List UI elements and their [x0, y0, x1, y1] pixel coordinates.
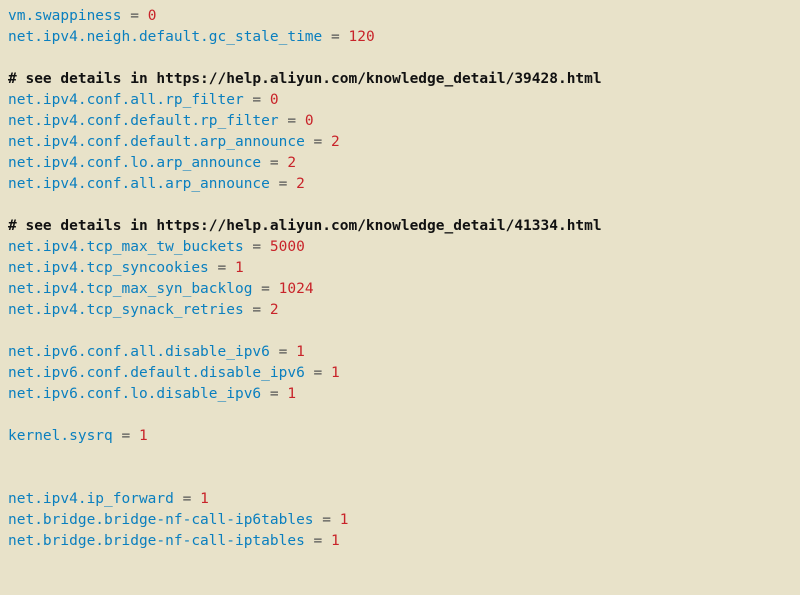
config-value: 2 [296, 176, 305, 192]
config-line: # see details in https://help.aliyun.com… [8, 216, 792, 237]
equals-sign: = [305, 134, 331, 150]
config-line: net.ipv4.tcp_syncookies = 1 [8, 258, 792, 279]
config-line: # see details in https://help.aliyun.com… [8, 69, 792, 90]
config-key: vm.swappiness [8, 8, 122, 24]
config-value: 1 [340, 512, 349, 528]
config-value: 0 [305, 113, 314, 129]
equals-sign: = [122, 8, 148, 24]
config-line: net.ipv4.tcp_max_tw_buckets = 5000 [8, 237, 792, 258]
blank-line [8, 321, 792, 342]
config-value: 1 [200, 491, 209, 507]
equals-sign: = [174, 491, 200, 507]
config-key: net.ipv4.tcp_syncookies [8, 260, 209, 276]
config-value: 1 [287, 386, 296, 402]
config-value: 2 [270, 302, 279, 318]
config-value: 0 [270, 92, 279, 108]
config-key: net.ipv4.conf.lo.arp_announce [8, 155, 261, 171]
config-key: net.ipv4.conf.default.rp_filter [8, 113, 279, 129]
equals-sign: = [305, 365, 331, 381]
config-line: net.ipv4.neigh.default.gc_stale_time = 1… [8, 27, 792, 48]
config-value: 2 [287, 155, 296, 171]
config-file-view: vm.swappiness = 0net.ipv4.neigh.default.… [8, 6, 792, 552]
blank-line [8, 468, 792, 489]
config-key: net.ipv4.conf.all.rp_filter [8, 92, 244, 108]
equals-sign: = [305, 533, 331, 549]
config-value: 1 [296, 344, 305, 360]
config-line: net.ipv6.conf.all.disable_ipv6 = 1 [8, 342, 792, 363]
equals-sign: = [270, 344, 296, 360]
config-line: net.ipv4.conf.lo.arp_announce = 2 [8, 153, 792, 174]
equals-sign: = [244, 239, 270, 255]
equals-sign: = [270, 176, 296, 192]
blank-line [8, 195, 792, 216]
equals-sign: = [261, 386, 287, 402]
config-line: net.ipv4.conf.all.rp_filter = 0 [8, 90, 792, 111]
config-key: net.ipv4.ip_forward [8, 491, 174, 507]
config-value: 5000 [270, 239, 305, 255]
equals-sign: = [279, 113, 305, 129]
equals-sign: = [113, 428, 139, 444]
config-key: net.bridge.bridge-nf-call-ip6tables [8, 512, 314, 528]
config-value: 1024 [279, 281, 314, 297]
config-key: net.ipv4.tcp_max_syn_backlog [8, 281, 252, 297]
config-key: net.ipv4.tcp_synack_retries [8, 302, 244, 318]
config-key: net.ipv6.conf.lo.disable_ipv6 [8, 386, 261, 402]
config-key: net.bridge.bridge-nf-call-iptables [8, 533, 305, 549]
config-key: net.ipv4.conf.all.arp_announce [8, 176, 270, 192]
config-key: net.ipv6.conf.default.disable_ipv6 [8, 365, 305, 381]
config-line: net.ipv4.conf.all.arp_announce = 2 [8, 174, 792, 195]
config-line: net.ipv4.tcp_max_syn_backlog = 1024 [8, 279, 792, 300]
config-value: 120 [348, 29, 374, 45]
config-line: kernel.sysrq = 1 [8, 426, 792, 447]
config-line: net.ipv4.conf.default.rp_filter = 0 [8, 111, 792, 132]
config-key: net.ipv6.conf.all.disable_ipv6 [8, 344, 270, 360]
config-line: vm.swappiness = 0 [8, 6, 792, 27]
equals-sign: = [209, 260, 235, 276]
equals-sign: = [252, 281, 278, 297]
equals-sign: = [314, 512, 340, 528]
config-key: net.ipv4.conf.default.arp_announce [8, 134, 305, 150]
blank-line [8, 48, 792, 69]
config-value: 1 [331, 365, 340, 381]
config-key: kernel.sysrq [8, 428, 113, 444]
config-value: 2 [331, 134, 340, 150]
config-line: net.ipv4.conf.default.arp_announce = 2 [8, 132, 792, 153]
config-value: 1 [235, 260, 244, 276]
config-value: 0 [148, 8, 157, 24]
comment-text: # see details in https://help.aliyun.com… [8, 71, 602, 87]
blank-line [8, 447, 792, 468]
config-line: net.ipv6.conf.lo.disable_ipv6 = 1 [8, 384, 792, 405]
config-key: net.ipv4.tcp_max_tw_buckets [8, 239, 244, 255]
config-line: net.bridge.bridge-nf-call-iptables = 1 [8, 531, 792, 552]
equals-sign: = [244, 302, 270, 318]
config-value: 1 [331, 533, 340, 549]
config-key: net.ipv4.neigh.default.gc_stale_time [8, 29, 322, 45]
config-line: net.ipv6.conf.default.disable_ipv6 = 1 [8, 363, 792, 384]
config-value: 1 [139, 428, 148, 444]
equals-sign: = [244, 92, 270, 108]
equals-sign: = [261, 155, 287, 171]
equals-sign: = [322, 29, 348, 45]
config-line: net.ipv4.ip_forward = 1 [8, 489, 792, 510]
comment-text: # see details in https://help.aliyun.com… [8, 218, 602, 234]
config-line: net.bridge.bridge-nf-call-ip6tables = 1 [8, 510, 792, 531]
config-line: net.ipv4.tcp_synack_retries = 2 [8, 300, 792, 321]
blank-line [8, 405, 792, 426]
